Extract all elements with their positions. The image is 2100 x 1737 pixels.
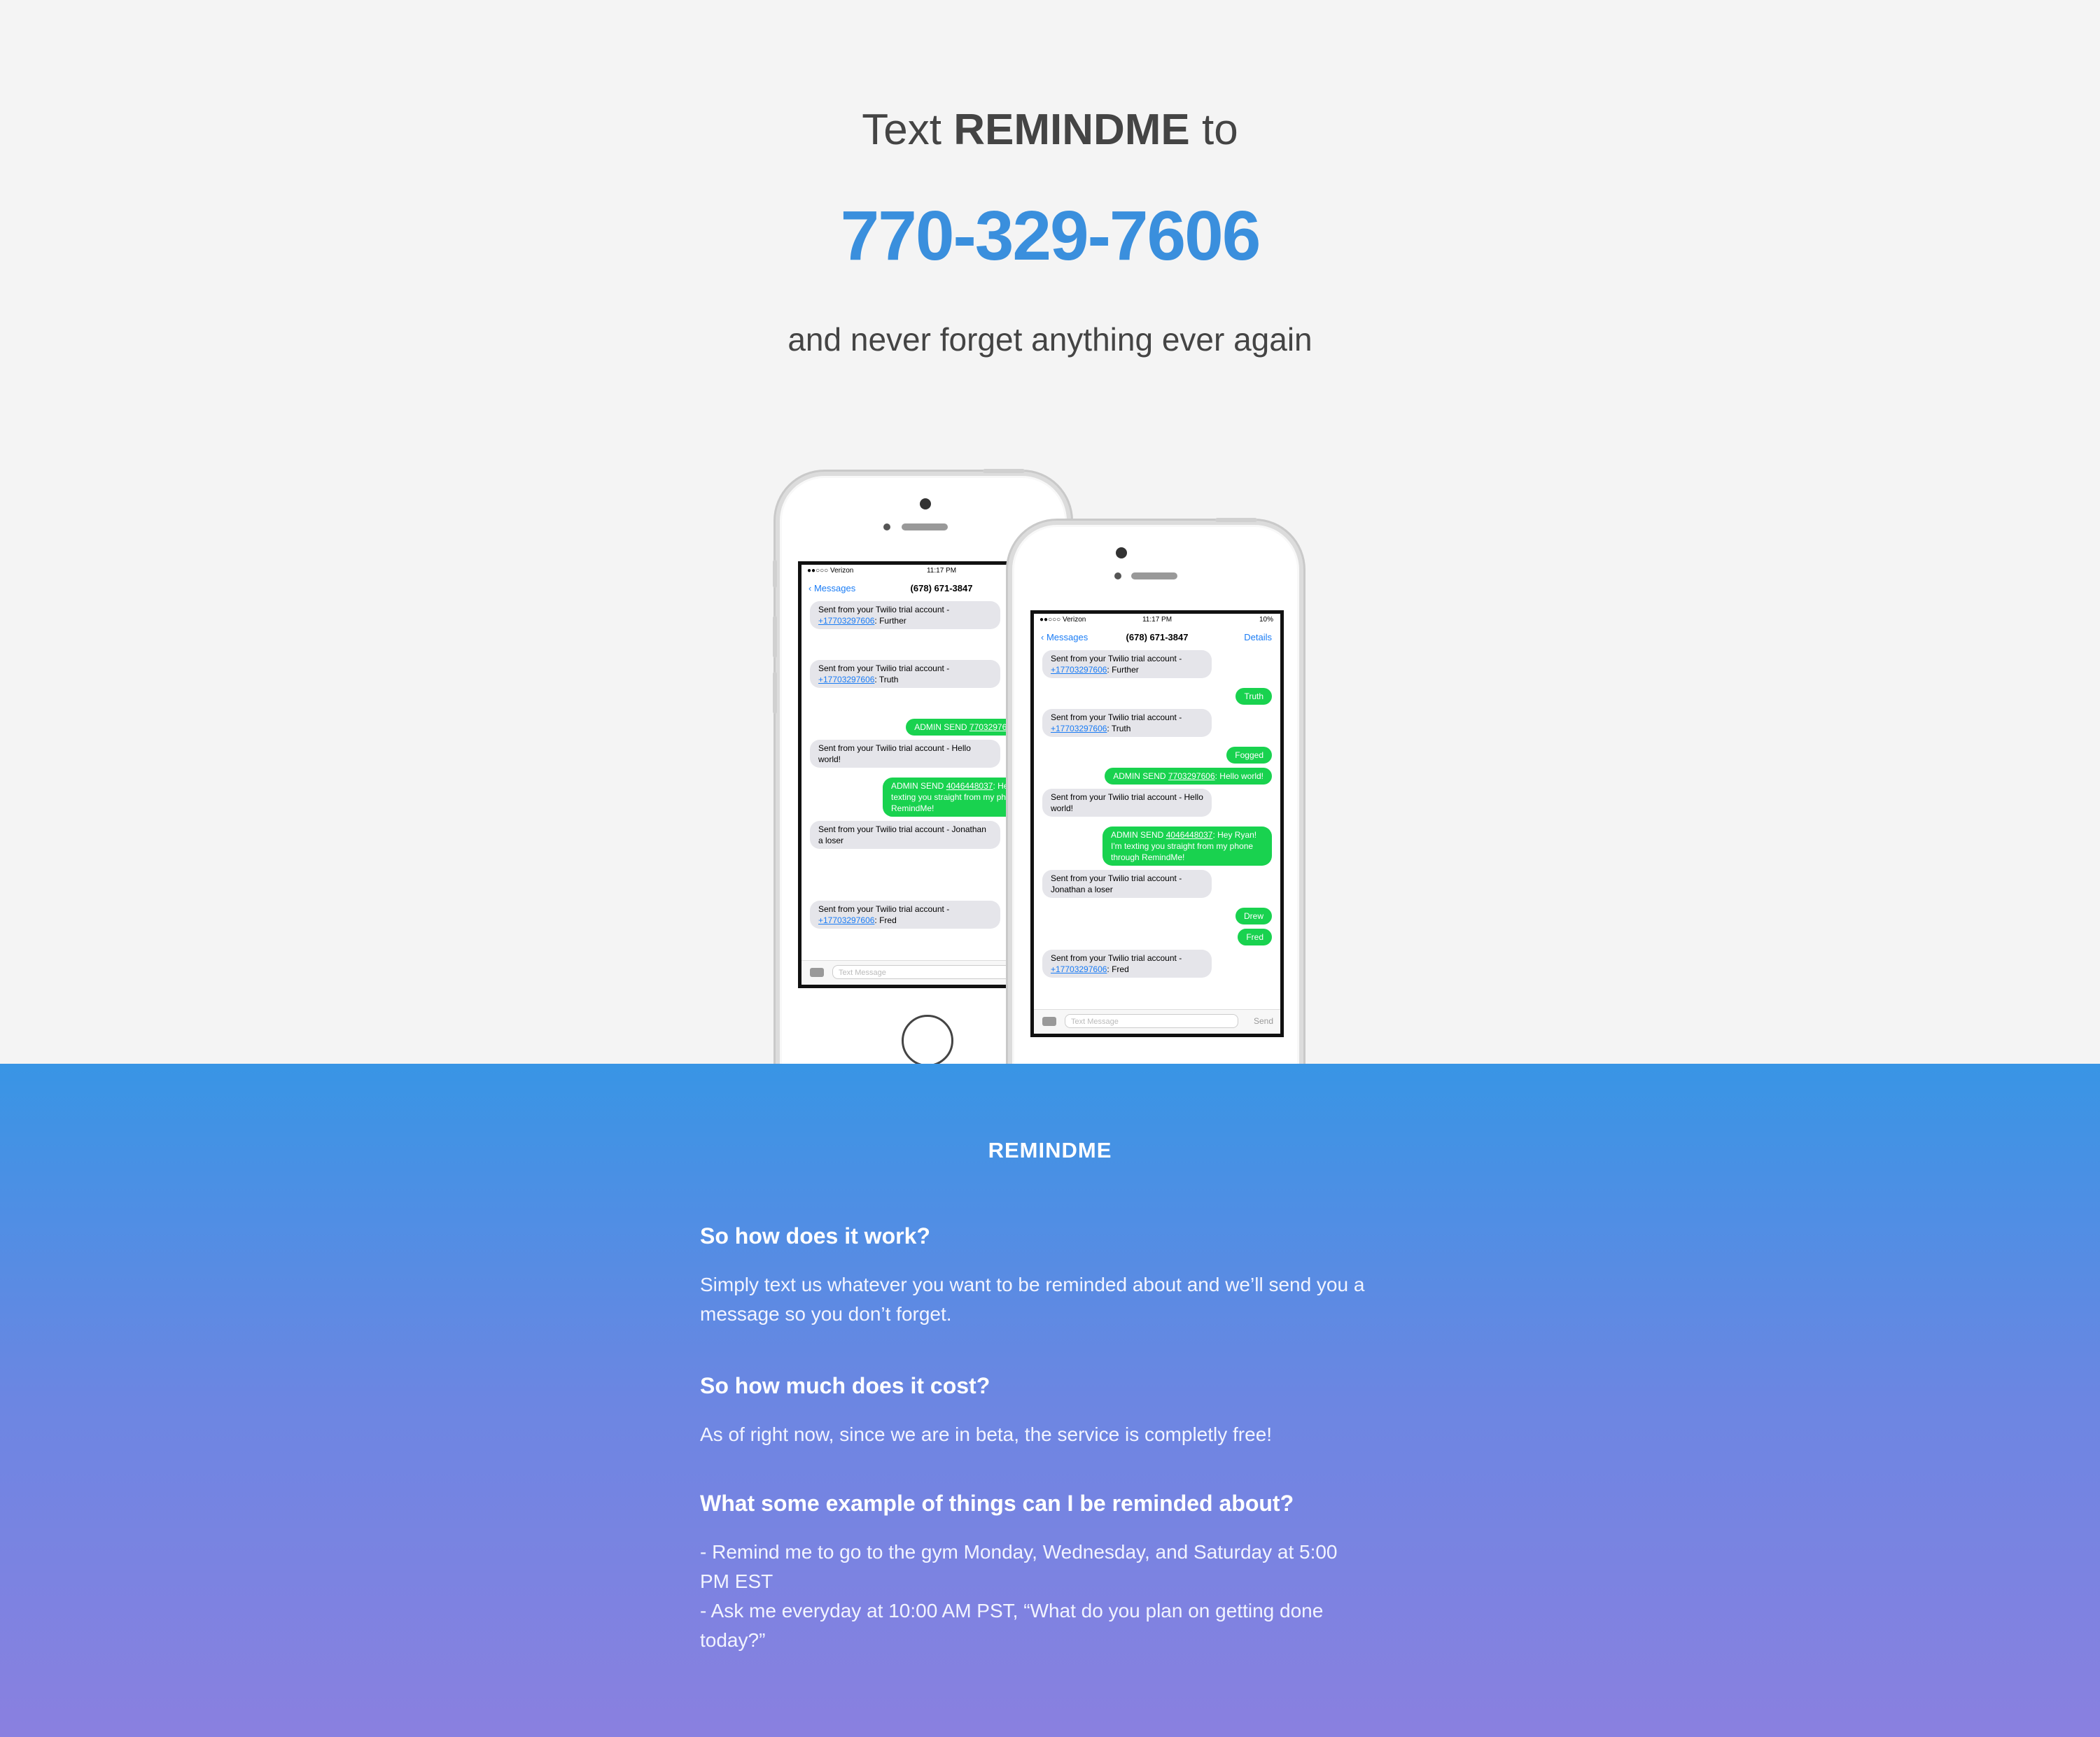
phone-mockup-image: ●●○○○ Verizon11:17 PM10%‹ Messages(678) … (0, 0, 2100, 1064)
message-bubble: Sent from your Twilio trial account - He… (810, 740, 1000, 768)
message-bubble: Fred (1238, 929, 1272, 945)
contact-title: (678) 671-3847 (1126, 632, 1189, 642)
faq-answer: Simply text us whatever you want to be r… (700, 1274, 1365, 1325)
faq-question: What some example of things can I be rem… (700, 1491, 1294, 1516)
iphone-front: ●●○○○ Verizon 11:17 PM 10% ‹ Messages (678) … (1008, 518, 1303, 1064)
message-bubble: Sent from your Twilio trial account - Jo… (1042, 870, 1212, 898)
message-bubble: ADMIN SEND 7703297606: Hello world! (1105, 768, 1272, 785)
message-bubble: Sent from your Twilio trial account - Jo… (810, 821, 1000, 849)
faq-item-how: So how does it work? Simply text us what… (700, 1223, 1372, 1329)
brand-title: REMINDME (988, 1138, 1112, 1162)
message-bubble: Truth (1236, 688, 1272, 705)
faq-item-examples: What some example of things can I be rem… (700, 1491, 1372, 1655)
status-bar: ●●○○○ Verizon11:17 PM10% (1034, 614, 1280, 626)
message-bubble: Sent from your Twilio trial account - +1… (1042, 650, 1212, 678)
message-input[interactable]: Text Message (1065, 1014, 1238, 1028)
faq-answer-line: - Ask me everyday at 10:00 AM PST, “What… (700, 1600, 1324, 1651)
phone-link[interactable]: +17703297606 (1051, 724, 1107, 733)
phone-link[interactable]: +17703297606 (818, 675, 874, 684)
faq-answer-line: - Remind me to go to the gym Monday, Wed… (700, 1541, 1338, 1592)
phone-screen-front: ●●○○○ Verizon 11:17 PM 10% ‹ Messages (678) … (1030, 610, 1284, 1037)
phone-link[interactable]: +17703297606 (818, 915, 874, 925)
message-bubble: Sent from your Twilio trial account - +1… (810, 660, 1000, 688)
message-bubble: Sent from your Twilio trial account - +1… (1042, 950, 1212, 978)
phone-link[interactable]: +17703297606 (818, 616, 874, 626)
phone-link[interactable]: 4046448037 (946, 781, 993, 791)
faq-question: So how does it work? (700, 1223, 930, 1249)
clock-label: 11:17 PM (1142, 616, 1172, 624)
send-button[interactable]: Send (1254, 1016, 1273, 1026)
faq-question: So how much does it cost? (700, 1373, 990, 1398)
faq-item-cost: So how much does it cost? As of right no… (700, 1373, 1372, 1449)
camera-icon[interactable] (810, 968, 824, 977)
message-composer: Text Message Send (1034, 1009, 1280, 1034)
camera-icon[interactable] (1042, 1017, 1056, 1026)
message-bubble: Sent from your Twilio trial account - He… (1042, 789, 1212, 817)
message-bubble: Sent from your Twilio trial account - +1… (1042, 709, 1212, 737)
battery-label: 10% (1259, 616, 1273, 624)
phone-link[interactable]: 7703297606 (1168, 771, 1215, 781)
faq-answer: As of right now, since we are in beta, t… (700, 1423, 1273, 1445)
phone-link[interactable]: +17703297606 (1051, 665, 1107, 675)
message-bubble: Fogged (1226, 747, 1272, 764)
phone-link[interactable]: 4046448037 (1166, 830, 1213, 840)
message-bubble: Sent from your Twilio trial account - +1… (810, 901, 1000, 929)
message-bubble: ADMIN SEND 4046448037: Hey Ryan! I'm tex… (1102, 827, 1272, 866)
phone-link[interactable]: +17703297606 (1051, 964, 1107, 974)
details-button[interactable]: Details (1244, 632, 1272, 642)
info-section: REMINDME So how does it work? Simply tex… (0, 1064, 2100, 1737)
message-bubble: Sent from your Twilio trial account - +1… (810, 601, 1000, 629)
message-bubble: Drew (1235, 908, 1272, 924)
messages-navbar: ‹ Messages (678) 671-3847 Details (1034, 626, 1280, 647)
